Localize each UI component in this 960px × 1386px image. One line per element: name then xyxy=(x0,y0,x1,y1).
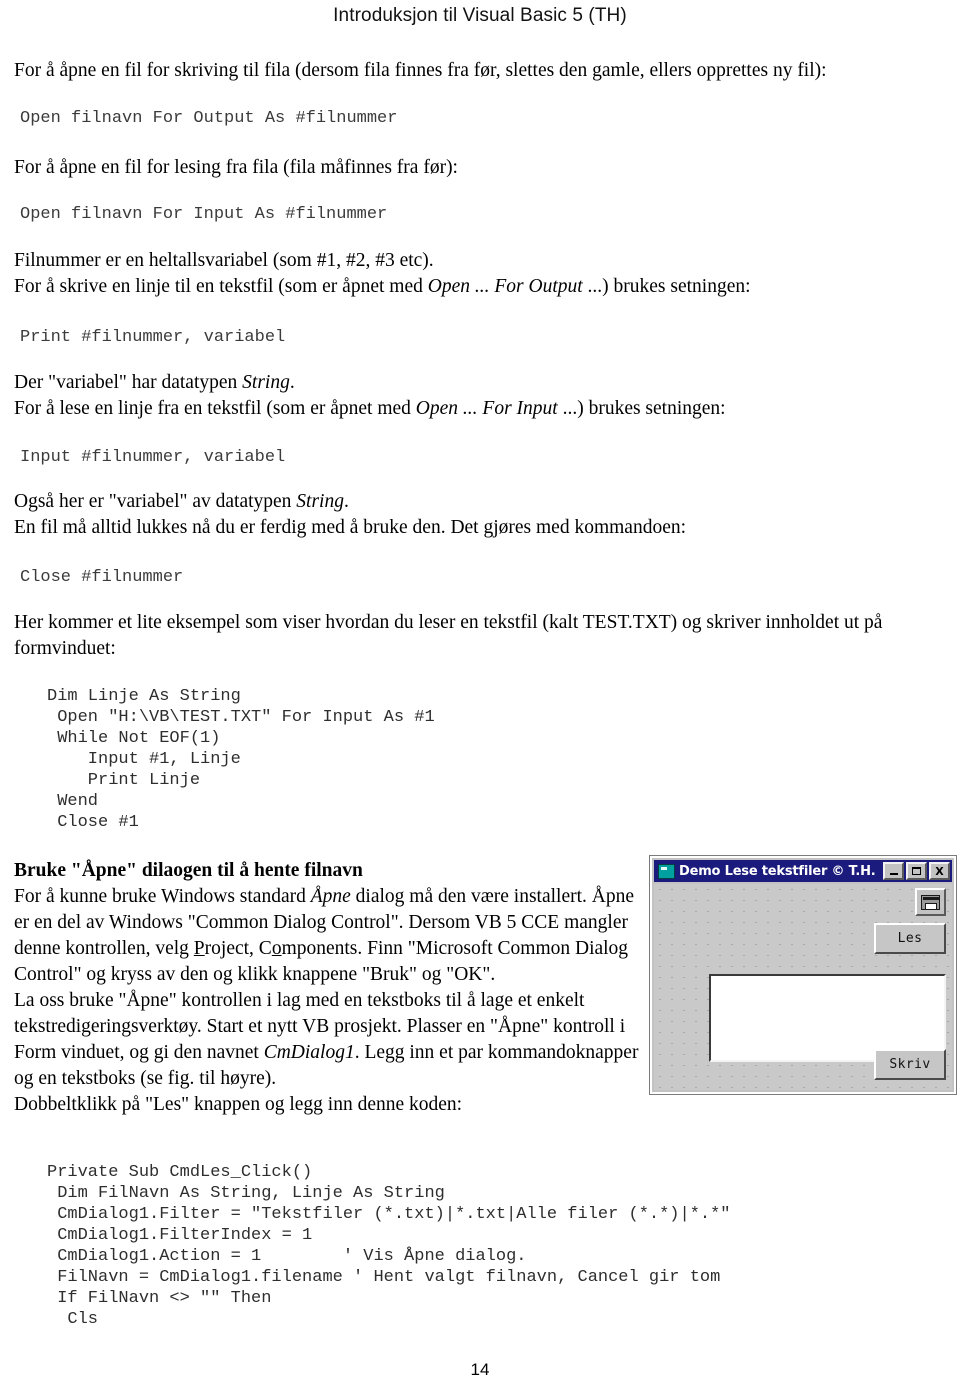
paragraph-close-intro: En fil må alltid lukkes nå du er ferdig … xyxy=(14,517,687,538)
text-run-ellipsis: ... xyxy=(469,276,495,297)
paragraph-open-output-intro: For å åpne en fil for skriving til fila … xyxy=(14,60,827,81)
paragraph-open-input-intro: For å åpne en fil for lesing fra fila (f… xyxy=(14,157,458,178)
code-block-cmdles-click: Private Sub CmdLes_Click() Dim FilNavn A… xyxy=(47,1163,731,1329)
text-run: For å lese en linje fra en tekstfil (som… xyxy=(14,398,416,419)
skriv-button[interactable]: Skriv xyxy=(874,1049,946,1080)
paragraph-filnummer: Filnummer er en heltallsvariabel (som #1… xyxy=(14,250,434,271)
paragraph-input-intro: For å lese en linje fra en tekstfil (som… xyxy=(14,396,948,422)
text-run: ...) brukes setningen: xyxy=(582,276,751,297)
text-run-italic-cmdialog1: CmDialog1 xyxy=(263,1042,355,1063)
text-run: For å kunne bruke Windows standard xyxy=(14,886,311,907)
code-open-for-input: Open filnavn For Input As #filnummer xyxy=(20,205,388,224)
code-print-statement: Print #filnummer, variabel xyxy=(20,328,286,347)
close-icon[interactable]: X xyxy=(929,862,950,880)
text-run: . xyxy=(289,372,295,393)
text-run-italic-for-input: For Input xyxy=(482,398,558,419)
paragraph-common-dialog-control: For å kunne bruke Windows standard Åpne … xyxy=(14,884,654,988)
vb-form-title: Demo Lese tekstfiler © T.H. xyxy=(679,863,876,879)
code-input-statement: Input #filnummer, variabel xyxy=(20,448,286,467)
paragraph-dobbeltklikk-les: Dobbeltklikk på "Les" knappen og legg in… xyxy=(14,1094,463,1115)
text-run: Også her er "variabel" av datatypen xyxy=(14,491,297,512)
text-run-italic-string: String xyxy=(296,491,344,512)
text-run-ellipsis: ... xyxy=(458,398,483,419)
text-run-underline-o: o xyxy=(271,938,282,959)
text-run: . xyxy=(343,491,349,512)
text-run: ...) brukes setningen: xyxy=(557,398,726,419)
code-close-statement: Close #filnummer xyxy=(20,568,184,587)
vb-form-canvas: Les Skriv xyxy=(654,884,952,1090)
page-header-title: Introduksjon til Visual Basic 5 (TH) xyxy=(333,5,627,26)
paragraph-print-intro: For å skrive en linje til en tekstfil (s… xyxy=(14,274,948,300)
maximize-icon[interactable] xyxy=(906,862,927,880)
common-dialog-control-icon[interactable] xyxy=(915,888,946,916)
text-run-underline-p: P xyxy=(193,938,205,959)
code-open-for-output: Open filnavn For Output As #filnummer xyxy=(20,109,398,128)
text-run-italic-apne: Åpne xyxy=(310,886,351,907)
paragraph-variabel-string-2: Også her er "variabel" av datatypen Stri… xyxy=(14,489,948,515)
vb-form-screenshot: Demo Lese tekstfiler © T.H. X Les Skriv xyxy=(650,856,956,1094)
dialog-glyph xyxy=(921,894,940,910)
paragraph-variabel-string-1: Der "variabel" har datatypen String. xyxy=(14,370,948,396)
page-number: 14 xyxy=(470,1360,490,1379)
heading-bruke-apne-dialogen: Bruke "Åpne" dilaogen til å hente filnav… xyxy=(14,860,363,881)
text-run-italic-open: Open xyxy=(415,398,459,419)
vb-window-controls: X xyxy=(883,862,950,880)
vb-form-titlebar: Demo Lese tekstfiler © T.H. X xyxy=(654,860,952,882)
paragraph-example-intro: Her kommer et lite eksempel som viser hv… xyxy=(14,612,883,659)
code-block-read-example: Dim Linje As String Open "H:\VB\TEST.TXT… xyxy=(47,687,435,832)
text-run-italic-open: Open xyxy=(427,276,470,297)
text-run: roject, C xyxy=(204,938,272,959)
text-run: For å skrive en linje til en tekstfil (s… xyxy=(14,276,428,297)
text-run: Der "variabel" har datatypen xyxy=(14,372,243,393)
les-button[interactable]: Les xyxy=(874,923,946,954)
text-run-italic-for-output: For Output xyxy=(494,276,583,297)
document-page: Introduksjon til Visual Basic 5 (TH) For… xyxy=(0,0,960,1386)
minimize-icon[interactable] xyxy=(883,862,904,880)
text-run-italic-string: String xyxy=(242,372,290,393)
vb-form-icon xyxy=(658,863,675,879)
paragraph-lag-tekstredigering: La oss bruke "Åpne" kontrollen i lag med… xyxy=(14,988,654,1092)
